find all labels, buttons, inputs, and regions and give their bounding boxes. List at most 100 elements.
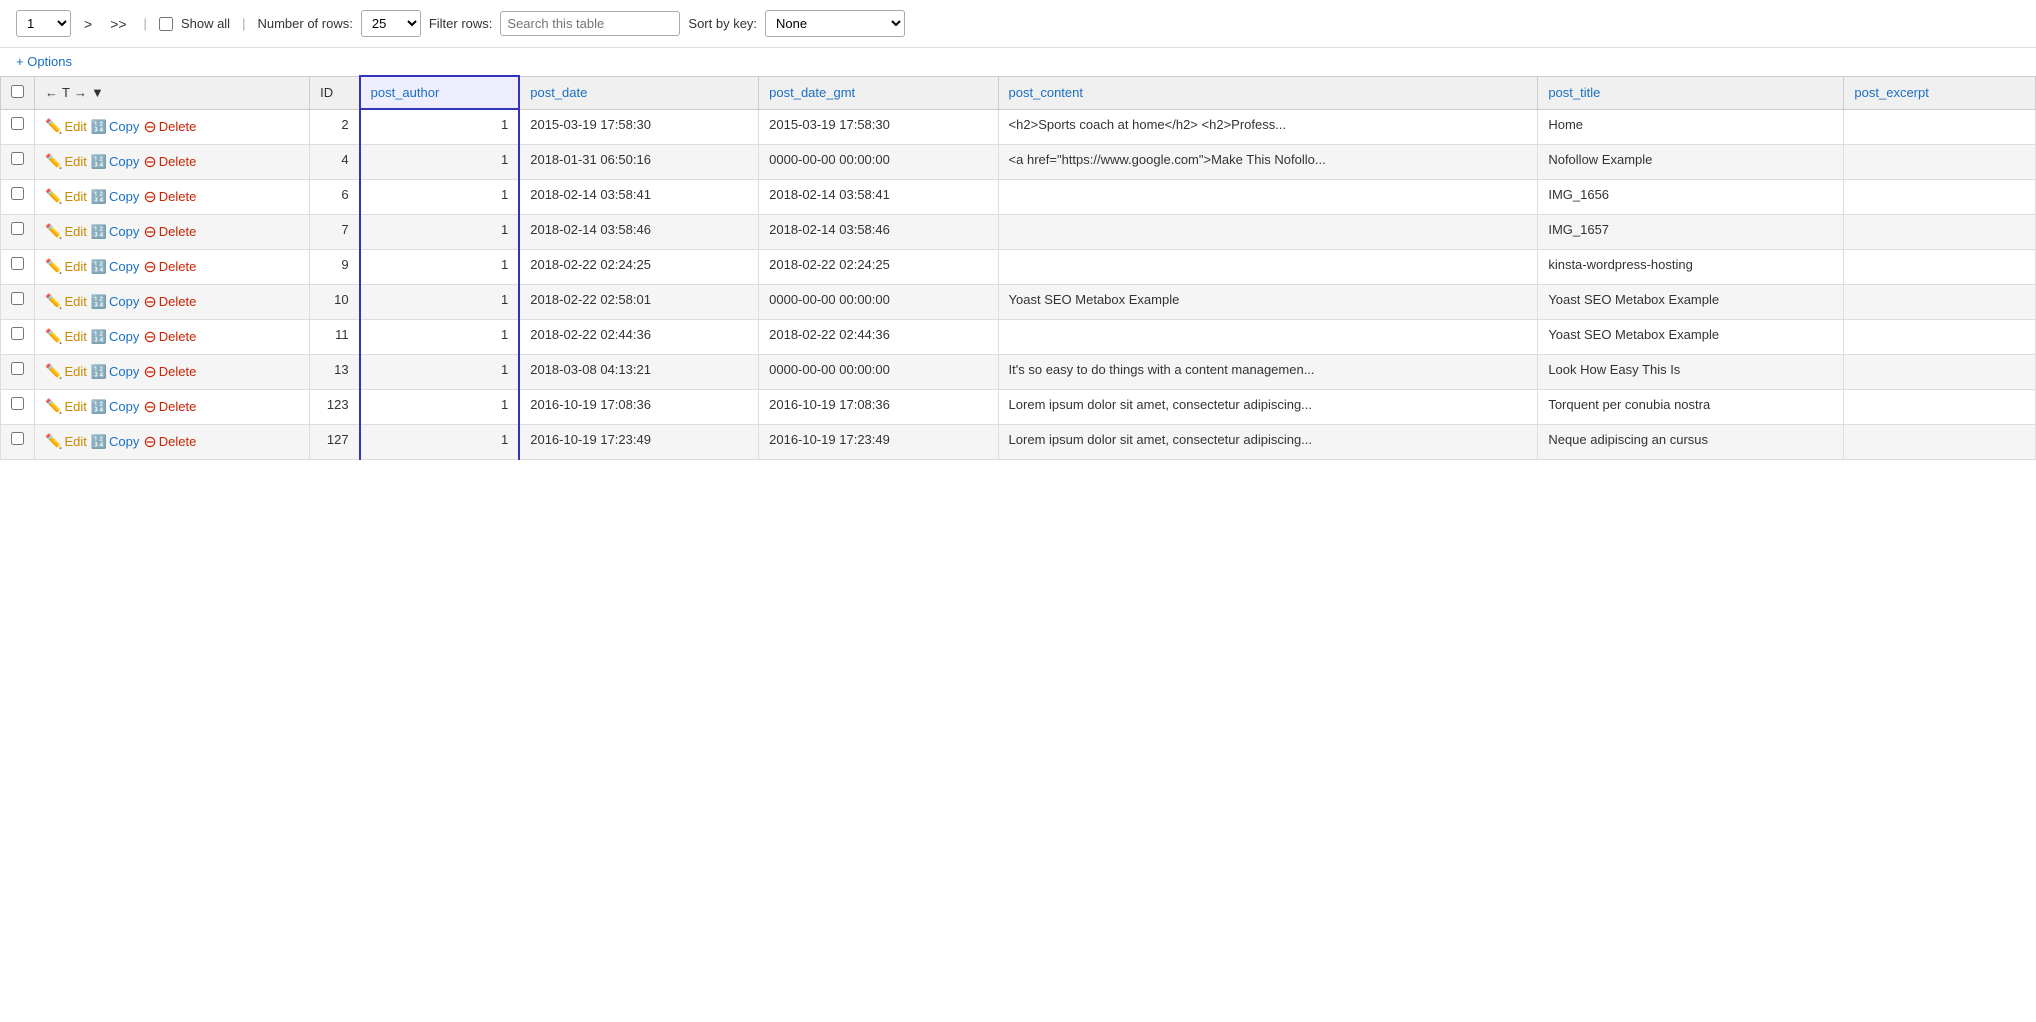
copy-inline-button[interactable]: 🔢 Copy [91,399,140,415]
row-checkbox[interactable] [11,152,24,165]
options-bar[interactable]: + Options [0,48,2036,75]
separator-1: | [144,16,147,31]
post-content-cell: <h2>Sports coach at home</h2> <h2>Profes… [998,109,1538,144]
copy-inline-button[interactable]: 🔢 Copy [91,119,140,135]
copy-icon: 🔢 [91,434,107,450]
edit-button[interactable]: ✏️ Edit [45,433,87,450]
edit-label: Edit [64,259,86,274]
table-row: ✏️ Edit 🔢 Copy ⊖ Delete 712018-02-14 03:… [1,214,2036,249]
edit-button[interactable]: ✏️ Edit [45,363,87,380]
resize-col-icon: T [62,85,70,100]
edit-button[interactable]: ✏️ Edit [45,293,87,310]
search-input[interactable] [500,11,680,36]
row-checkbox[interactable] [11,327,24,340]
post-author-cell: 1 [360,319,520,354]
copy-inline-button[interactable]: 🔢 Copy [91,329,140,345]
delete-icon: ⊖ [143,292,156,312]
row-checkbox-cell [1,109,35,144]
post-date-gmt-cell: 2018-02-22 02:24:25 [759,249,998,284]
post-date-gmt-cell: 2018-02-14 03:58:46 [759,214,998,249]
pencil-icon: ✏️ [45,223,62,240]
th-post-date[interactable]: post_date [519,76,758,109]
rows-select[interactable]: 25 50 100 250 500 [361,10,421,37]
show-all-checkbox[interactable] [159,17,173,31]
copy-icon: 🔢 [91,329,107,345]
th-resize[interactable]: ← T → ▼ [35,76,310,109]
pencil-icon: ✏️ [45,363,62,380]
delete-button[interactable]: ⊖ Delete [143,327,196,347]
th-post-excerpt[interactable]: post_excerpt [1844,76,2036,109]
next-page-button[interactable]: > [79,14,97,34]
table-row: ✏️ Edit 🔢 Copy ⊖ Delete 12312016-10-19 1… [1,389,2036,424]
edit-button[interactable]: ✏️ Edit [45,223,87,240]
table-row: ✏️ Edit 🔢 Copy ⊖ Delete 12712016-10-19 1… [1,424,2036,459]
copy-inline-button[interactable]: 🔢 Copy [91,294,140,310]
copy-icon: 🔢 [91,294,107,310]
filter-label: Filter rows: [429,16,493,31]
row-checkbox-cell [1,284,35,319]
post-date-gmt-cell: 0000-00-00 00:00:00 [759,144,998,179]
post-title-cell: IMG_1657 [1538,214,1844,249]
th-post-date-gmt[interactable]: post_date_gmt [759,76,998,109]
row-checkbox[interactable] [11,292,24,305]
table-body: ✏️ Edit 🔢 Copy ⊖ Delete 212015-03-19 17:… [1,109,2036,459]
row-checkbox[interactable] [11,257,24,270]
delete-button[interactable]: ⊖ Delete [143,222,196,242]
delete-button[interactable]: ⊖ Delete [143,362,196,382]
copy-inline-button[interactable]: 🔢 Copy [91,259,140,275]
copy-inline-button[interactable]: 🔢 Copy [91,189,140,205]
row-checkbox[interactable] [11,362,24,375]
row-checkbox[interactable] [11,222,24,235]
copy-inline-button[interactable]: 🔢 Copy [91,364,140,380]
pencil-icon: ✏️ [45,118,62,135]
copy-inline-button[interactable]: 🔢 Copy [91,434,140,450]
delete-button[interactable]: ⊖ Delete [143,432,196,452]
action-cell: ✏️ Edit 🔢 Copy ⊖ Delete [35,284,310,319]
row-checkbox[interactable] [11,117,24,130]
post-excerpt-cell [1844,109,2036,144]
edit-button[interactable]: ✏️ Edit [45,398,87,415]
row-checkbox-cell [1,319,35,354]
edit-button[interactable]: ✏️ Edit [45,258,87,275]
delete-button[interactable]: ⊖ Delete [143,152,196,172]
row-checkbox-cell [1,249,35,284]
page-select[interactable]: 1 [16,10,71,37]
row-checkbox[interactable] [11,187,24,200]
edit-button[interactable]: ✏️ Edit [45,328,87,345]
th-id[interactable]: ID [310,76,360,109]
edit-label: Edit [64,329,86,344]
th-post-author[interactable]: post_author [360,76,520,109]
row-checkbox[interactable] [11,432,24,445]
edit-button[interactable]: ✏️ Edit [45,188,87,205]
post-content-cell [998,249,1538,284]
post-date-cell: 2016-10-19 17:08:36 [519,389,758,424]
edit-button[interactable]: ✏️ Edit [45,118,87,135]
edit-label: Edit [64,189,86,204]
action-cell: ✏️ Edit 🔢 Copy ⊖ Delete [35,354,310,389]
table-header-row: ← T → ▼ ID post_author post_date post_da… [1,76,2036,109]
th-post-content[interactable]: post_content [998,76,1538,109]
delete-icon: ⊖ [143,257,156,277]
post-author-cell: 1 [360,179,520,214]
edit-button[interactable]: ✏️ Edit [45,153,87,170]
last-page-button[interactable]: >> [105,14,131,34]
delete-button[interactable]: ⊖ Delete [143,187,196,207]
delete-button[interactable]: ⊖ Delete [143,117,196,137]
select-all-checkbox[interactable] [11,85,24,98]
edit-label: Edit [64,399,86,414]
show-all-button[interactable]: Show all [181,16,230,31]
delete-button[interactable]: ⊖ Delete [143,397,196,417]
action-cell: ✏️ Edit 🔢 Copy ⊖ Delete [35,109,310,144]
delete-button[interactable]: ⊖ Delete [143,292,196,312]
post-content-cell: <a href="https://www.google.com">Make Th… [998,144,1538,179]
post-title-cell: Neque adipiscing an cursus [1538,424,1844,459]
action-cell: ✏️ Edit 🔢 Copy ⊖ Delete [35,424,310,459]
row-checkbox[interactable] [11,397,24,410]
post-date-cell: 2015-03-19 17:58:30 [519,109,758,144]
delete-button[interactable]: ⊖ Delete [143,257,196,277]
copy-inline-button[interactable]: 🔢 Copy [91,154,140,170]
sort-select[interactable]: None [765,10,905,37]
post-title-cell: Yoast SEO Metabox Example [1538,284,1844,319]
copy-inline-button[interactable]: 🔢 Copy [91,224,140,240]
th-post-title[interactable]: post_title [1538,76,1844,109]
